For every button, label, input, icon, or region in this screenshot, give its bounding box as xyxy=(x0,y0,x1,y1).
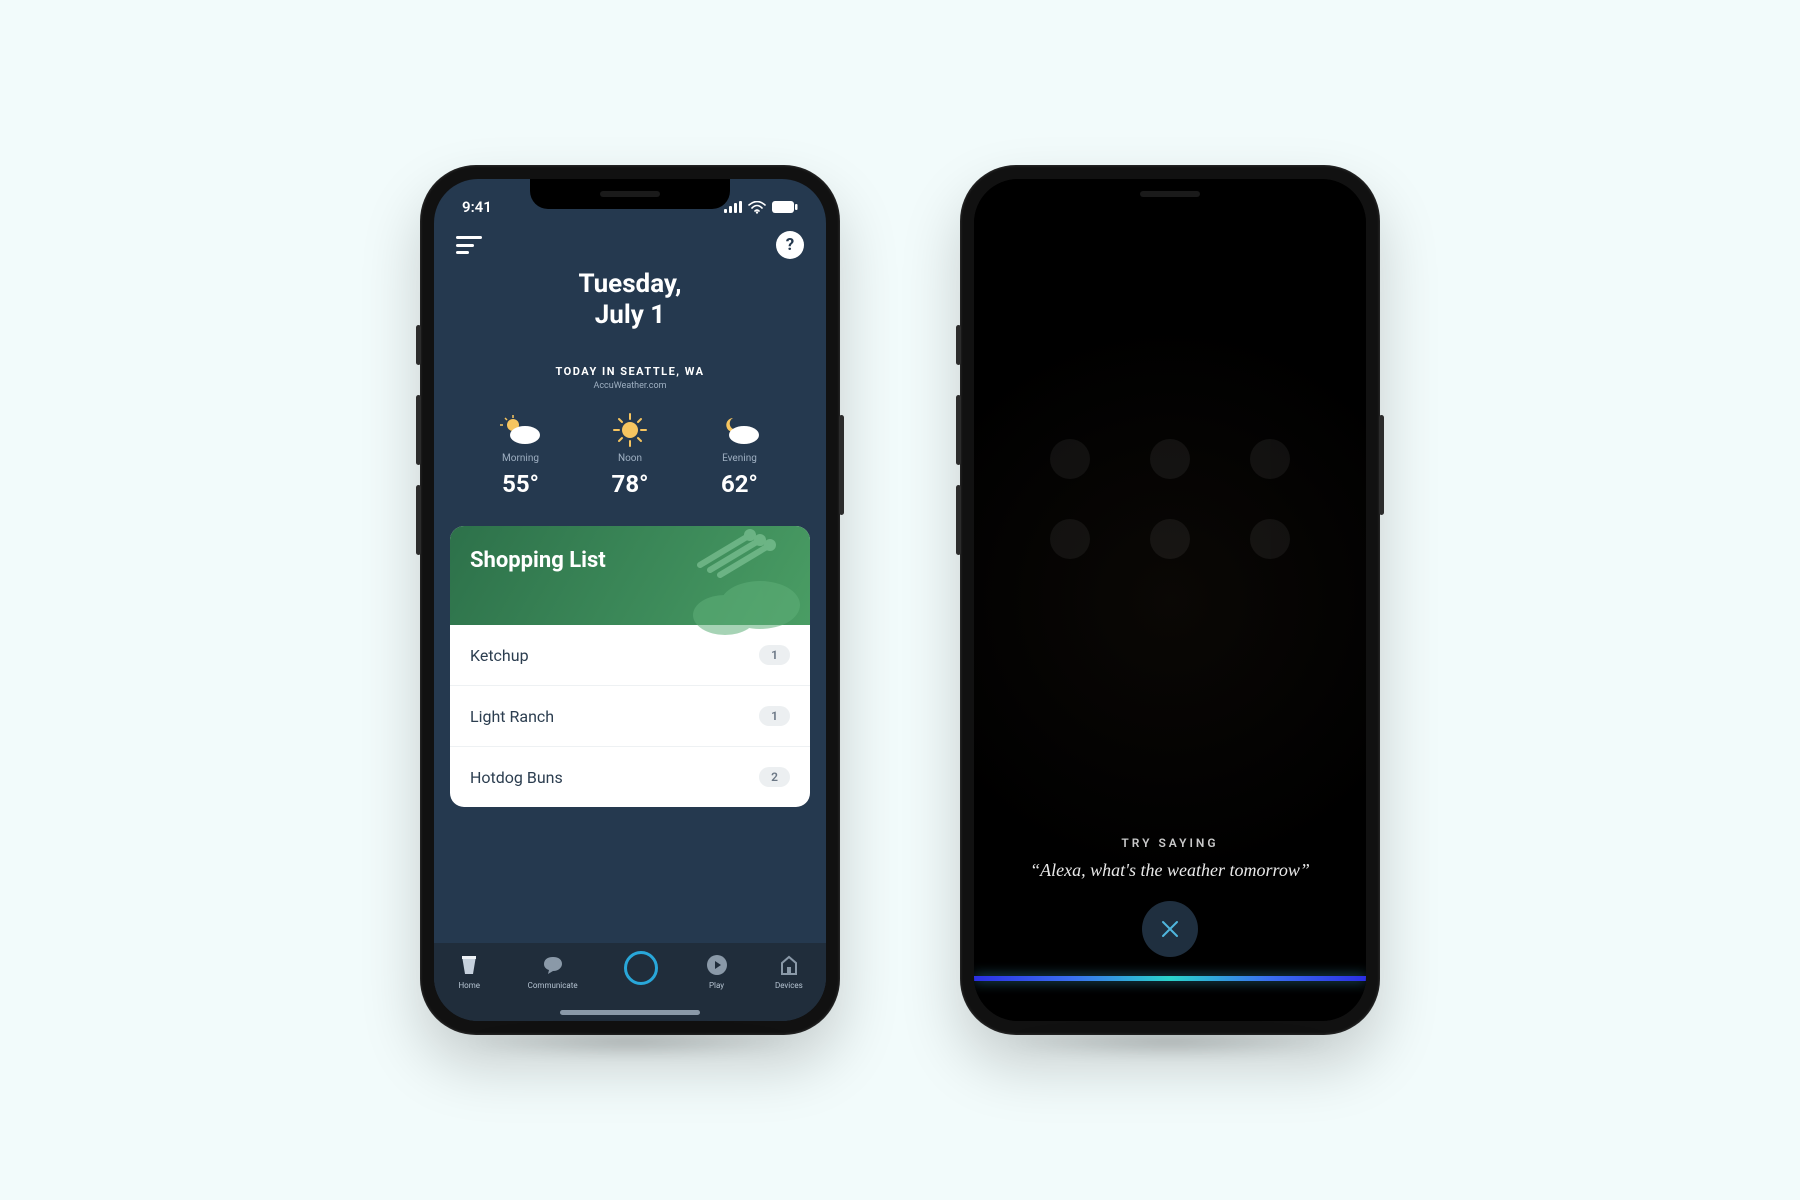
list-item-name: Light Ranch xyxy=(470,707,554,726)
weather-morning[interactable]: Morning 55° xyxy=(499,413,543,498)
vegetables-illustration xyxy=(630,526,810,635)
suggested-phrase: “Alexa, what's the weather tomorrow” xyxy=(974,860,1366,881)
date-line-2: July 1 xyxy=(434,300,826,331)
phone-mockup-home: 9:41 ? Tuesday, July 1 TODAY IN SEATTLE,… xyxy=(420,165,840,1035)
cellular-signal-icon xyxy=(724,201,742,213)
night-cloudy-icon xyxy=(717,413,761,447)
weather-period-temp: 62° xyxy=(721,470,758,498)
list-item[interactable]: Light Ranch 1 xyxy=(450,686,810,747)
nav-communicate[interactable]: Communicate xyxy=(528,953,578,990)
shopping-list-card[interactable]: Shopping List Ketchup 1 Light Ranch 1 xyxy=(450,526,810,807)
weather-source: AccuWeather.com xyxy=(434,381,826,391)
menu-button[interactable] xyxy=(456,236,482,254)
play-icon xyxy=(705,953,729,977)
nav-play[interactable]: Play xyxy=(705,953,729,990)
close-icon xyxy=(1159,918,1181,940)
weather-period-temp: 55° xyxy=(502,470,539,498)
voice-activity-bar xyxy=(974,976,1366,981)
weather-location: TODAY IN SEATTLE, WA xyxy=(434,365,826,378)
shopping-list-header: Shopping List xyxy=(450,526,810,625)
weather-period-label: Evening xyxy=(722,453,757,464)
nav-devices[interactable]: Devices xyxy=(775,953,803,990)
date-line-1: Tuesday, xyxy=(434,269,826,300)
device-notch xyxy=(1070,179,1270,209)
battery-icon xyxy=(772,201,798,213)
nav-home[interactable]: Home xyxy=(457,953,481,990)
list-item-count: 2 xyxy=(759,767,790,787)
close-button[interactable] xyxy=(1142,901,1198,957)
home-indicator[interactable] xyxy=(560,1010,700,1015)
weather-period-temp: 78° xyxy=(612,470,649,498)
help-button[interactable]: ? xyxy=(776,231,804,259)
list-item-name: Hotdog Buns xyxy=(470,768,563,787)
weather-evening[interactable]: Evening 62° xyxy=(717,413,761,498)
phone-mockup-voice: TRY SAYING “Alexa, what's the weather to… xyxy=(960,165,1380,1035)
sunny-icon xyxy=(612,413,648,447)
list-item-count: 1 xyxy=(759,645,790,665)
home-icon xyxy=(457,953,481,977)
list-item-name: Ketchup xyxy=(470,646,529,665)
partly-cloudy-icon xyxy=(499,413,543,447)
list-item-count: 1 xyxy=(759,706,790,726)
nav-label: Devices xyxy=(775,981,803,990)
weather-period-label: Noon xyxy=(618,453,642,464)
nav-alexa[interactable] xyxy=(624,953,658,985)
nav-label: Communicate xyxy=(528,981,578,990)
alexa-ring-icon xyxy=(624,951,658,985)
list-item[interactable]: Hotdog Buns 2 xyxy=(450,747,810,807)
weather-noon[interactable]: Noon 78° xyxy=(612,413,649,498)
dimmed-background xyxy=(974,179,1366,1021)
voice-prompt: TRY SAYING “Alexa, what's the weather to… xyxy=(974,836,1366,881)
nav-label: Home xyxy=(458,981,480,990)
weather-period-label: Morning xyxy=(502,453,539,464)
device-notch xyxy=(530,179,730,209)
status-time: 9:41 xyxy=(462,198,492,216)
nav-label: Play xyxy=(709,981,724,990)
chat-bubble-icon xyxy=(541,953,565,977)
try-saying-label: TRY SAYING xyxy=(974,836,1366,850)
wifi-icon xyxy=(748,201,766,214)
weather-row: Morning 55° Noon 78° Evening 62° xyxy=(434,413,826,498)
date-heading: Tuesday, July 1 xyxy=(434,269,826,331)
devices-icon xyxy=(777,953,801,977)
